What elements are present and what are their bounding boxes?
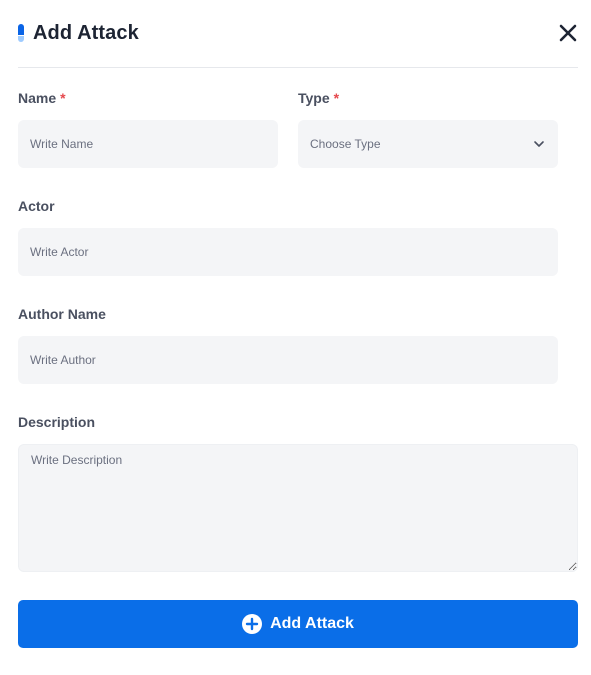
actor-label: Actor [18, 198, 55, 214]
name-input[interactable] [18, 120, 278, 168]
close-icon[interactable] [558, 23, 578, 43]
description-label: Description [18, 414, 96, 430]
title-accent-marker [18, 24, 24, 42]
type-select-value: Choose Type [310, 137, 381, 151]
name-label-text: Name [18, 90, 57, 106]
name-label: Name * [18, 90, 66, 106]
actor-input[interactable] [18, 228, 558, 276]
modal-header: Add Attack [18, 0, 578, 68]
type-label: Type * [298, 90, 339, 106]
add-attack-modal: Add Attack Name* Type* Choose Type Actor… [0, 0, 591, 675]
type-label-text: Type [298, 90, 330, 106]
plus-circle-icon [242, 614, 263, 634]
chevron-down-icon [534, 141, 544, 147]
add-attack-button-label: Add Attack [270, 615, 354, 632]
required-mark: * [333, 90, 340, 106]
required-mark: * [60, 90, 66, 106]
author-name-input[interactable] [18, 336, 558, 384]
type-select[interactable]: Choose Type [298, 120, 558, 168]
description-textarea[interactable] [18, 444, 578, 572]
modal-title: Add Attack [33, 22, 139, 44]
add-attack-button[interactable]: Add Attack [18, 600, 578, 648]
author-name-label: Author Name [18, 306, 106, 322]
